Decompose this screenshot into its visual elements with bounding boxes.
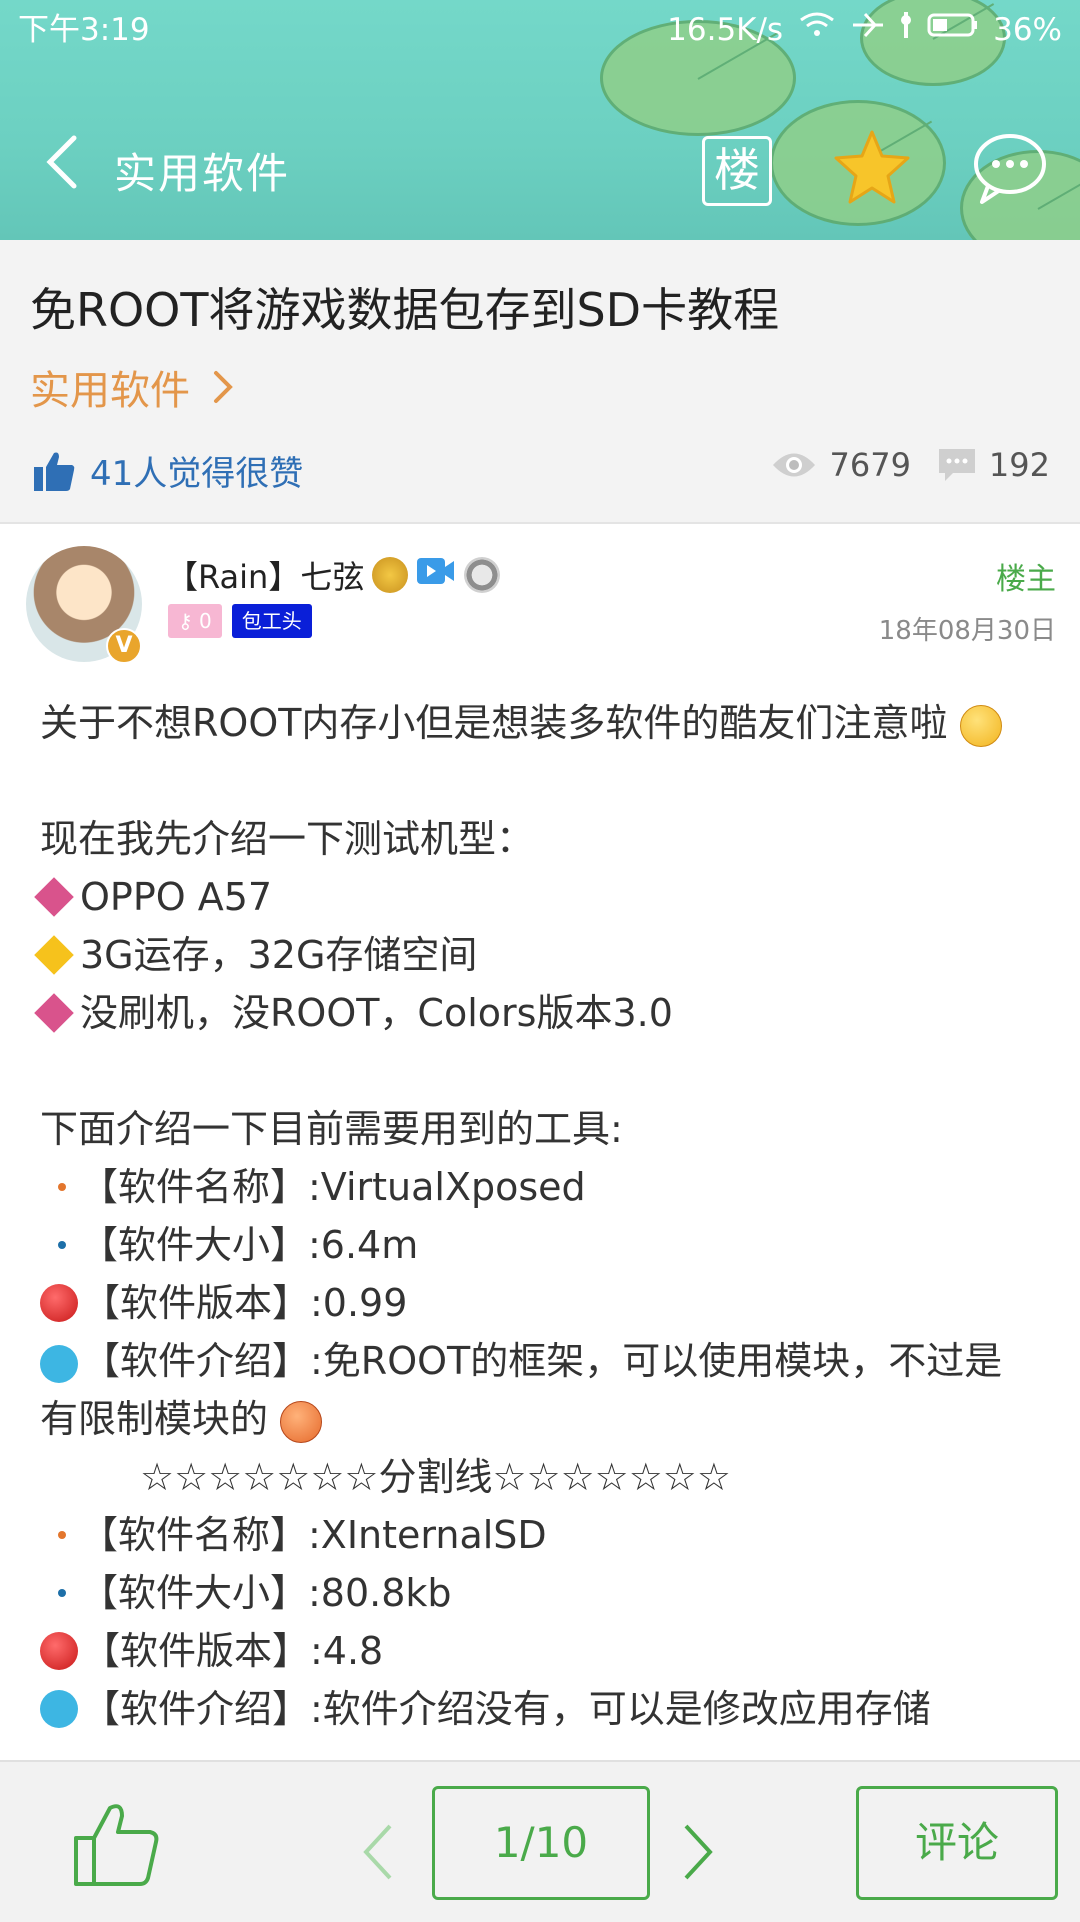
chevron-left-icon: [363, 1824, 392, 1880]
category-link[interactable]: 实用软件: [30, 358, 236, 416]
title-tag: 包工头: [231, 604, 312, 638]
battery-percent: 36%: [993, 12, 1062, 48]
content-text: 关于不想ROOT内存小但是想装多软件的酷友们注意啦: [40, 701, 948, 745]
thumbs-up-icon: [34, 452, 75, 491]
prev-page-button[interactable]: [358, 1822, 398, 1882]
status-bar-right: 16.5K/s 36%: [667, 10, 1062, 50]
chevron-left-icon: [46, 135, 77, 189]
page-indicator[interactable]: 1/10: [432, 1786, 650, 1900]
bottom-bar: 1/10 评论: [0, 1760, 1080, 1922]
op-label: 楼主: [996, 562, 1056, 597]
category-label: 实用软件: [30, 368, 190, 414]
post: V 【Rain】七弦 楼主 ⚷ 0 包工头 18年08月30日 关于不想ROOT…: [0, 524, 1080, 1760]
content-text: 【软件大小】:6.4m: [80, 1223, 419, 1267]
content-line: 3G运存，32G存储空间: [34, 926, 1040, 984]
content-line: 【软件大小】:80.8kb: [40, 1564, 1040, 1622]
thread-stats: 7679 192: [771, 446, 1050, 484]
content-line: 【软件版本】:0.99: [40, 1274, 1040, 1332]
content-line: 没刷机，没ROOT，Colors版本3.0: [34, 984, 1040, 1042]
video-badge-icon: [416, 555, 456, 595]
status-time: 下午3:19: [18, 12, 150, 48]
author-tags: ⚷ 0 包工头: [168, 604, 312, 638]
app-header: 下午3:19 16.5K/s 36% 实用软件 楼: [0, 0, 1080, 240]
pink-diamond-icon: [34, 877, 74, 917]
content-text: 下面介绍一下目前需要用到的工具:: [40, 1107, 623, 1151]
likes-text: 41人觉得很赞: [90, 454, 304, 494]
content-line: 下面介绍一下目前需要用到的工具:: [40, 1100, 1040, 1158]
content-text: 【软件名称】:XInternalSD: [80, 1513, 547, 1557]
blue-bullet-icon: [58, 1241, 66, 1249]
content-text: 【软件介绍】:软件介绍没有，可以是修改应用存储: [82, 1687, 931, 1731]
yellow-diamond-icon: [34, 935, 74, 975]
content-line: 【软件名称】:XInternalSD: [40, 1506, 1040, 1564]
content-text: OPPO A57: [80, 875, 273, 919]
post-content: 关于不想ROOT内存小但是想装多软件的酷友们注意啦 现在我先介绍一下测试机型： …: [34, 694, 1040, 1738]
content-line: 现在我先介绍一下测试机型：: [40, 810, 1040, 868]
eye-icon: [773, 453, 816, 477]
comment-count: 192: [988, 446, 1050, 484]
comment-button[interactable]: 评论: [856, 1786, 1058, 1900]
level-tag: ⚷ 0: [168, 604, 222, 638]
blue-circle-icon: [40, 1690, 78, 1728]
content-line: 【软件介绍】:免ROOT的框架，可以使用模块，不过是有限制模块的: [40, 1332, 1040, 1448]
content-text: 3G运存，32G存储空间: [80, 933, 478, 977]
content-text: 现在我先介绍一下测试机型：: [40, 817, 535, 861]
content-line: ☆☆☆☆☆☆☆分割线☆☆☆☆☆☆☆: [40, 1448, 1040, 1506]
battery-icon: [927, 10, 979, 50]
favorite-button[interactable]: [832, 126, 912, 206]
charging-icon: [899, 10, 913, 50]
post-date: 18年08月30日: [878, 616, 1056, 646]
like-button[interactable]: [70, 1798, 162, 1890]
floor-jump-button[interactable]: 楼: [702, 136, 772, 206]
thumbs-up-icon: [74, 1804, 159, 1886]
pink-diamond-icon: [34, 993, 74, 1033]
thread-title: 免ROOT将游戏数据包存到SD卡教程: [30, 283, 780, 337]
next-page-button[interactable]: [678, 1822, 718, 1882]
verified-badge: V: [106, 628, 142, 664]
red-circle-icon: [40, 1632, 78, 1670]
divider-text: ☆☆☆☆☆☆☆分割线☆☆☆☆☆☆☆: [140, 1455, 731, 1499]
level-value: 0: [199, 609, 212, 633]
chevron-right-icon: [684, 1824, 713, 1880]
orange-bullet-icon: [58, 1183, 66, 1191]
content-line: OPPO A57: [34, 868, 1040, 926]
content-text: 【软件大小】:80.8kb: [80, 1571, 452, 1615]
crown-medal-icon: [372, 557, 409, 593]
medal-icon: [464, 557, 501, 593]
thread-info: 免ROOT将游戏数据包存到SD卡教程 实用软件 41人觉得很赞 7679 192: [0, 240, 1080, 524]
content-line: 【软件版本】:4.8: [40, 1622, 1040, 1680]
key-icon: ⚷: [178, 609, 200, 633]
comment-icon: [938, 449, 975, 481]
orange-bullet-icon: [58, 1531, 66, 1539]
red-circle-icon: [40, 1284, 78, 1322]
author-row: 【Rain】七弦: [166, 552, 501, 598]
angry-emoji-icon: [280, 1400, 323, 1443]
content-text: 【软件介绍】:免ROOT的框架，可以使用模块，不过是有限制模块的: [40, 1339, 1003, 1441]
content-text: 没刷机，没ROOT，Colors版本3.0: [80, 991, 673, 1035]
smile-emoji-icon: [959, 704, 1002, 747]
content-line: 【软件名称】:VirtualXposed: [40, 1158, 1040, 1216]
star-icon: [834, 130, 910, 204]
page-title: 实用软件: [114, 149, 291, 198]
chevron-right-icon: [214, 371, 233, 403]
content-line: 【软件大小】:6.4m: [40, 1216, 1040, 1274]
likes-summary[interactable]: 41人觉得很赞: [32, 446, 303, 495]
back-button[interactable]: [40, 132, 84, 192]
content-line: 【软件介绍】:软件介绍没有，可以是修改应用存储: [40, 1680, 1040, 1738]
blue-bullet-icon: [58, 1589, 66, 1597]
blue-circle-icon: [40, 1344, 78, 1383]
wifi-icon: [797, 10, 837, 50]
network-speed: 16.5K/s: [667, 12, 784, 48]
content-text: 【软件版本】:0.99: [82, 1281, 408, 1325]
author-name[interactable]: 【Rain】七弦: [166, 552, 364, 598]
message-button[interactable]: [970, 128, 1050, 208]
content-line: 关于不想ROOT内存小但是想装多软件的酷友们注意啦: [40, 694, 1040, 752]
view-count: 7679: [829, 446, 911, 484]
content-text: 【软件名称】:VirtualXposed: [80, 1165, 586, 1209]
content-text: 【软件版本】:4.8: [82, 1629, 384, 1673]
chat-bubble-icon: [974, 134, 1046, 204]
airplane-icon: [851, 10, 885, 50]
